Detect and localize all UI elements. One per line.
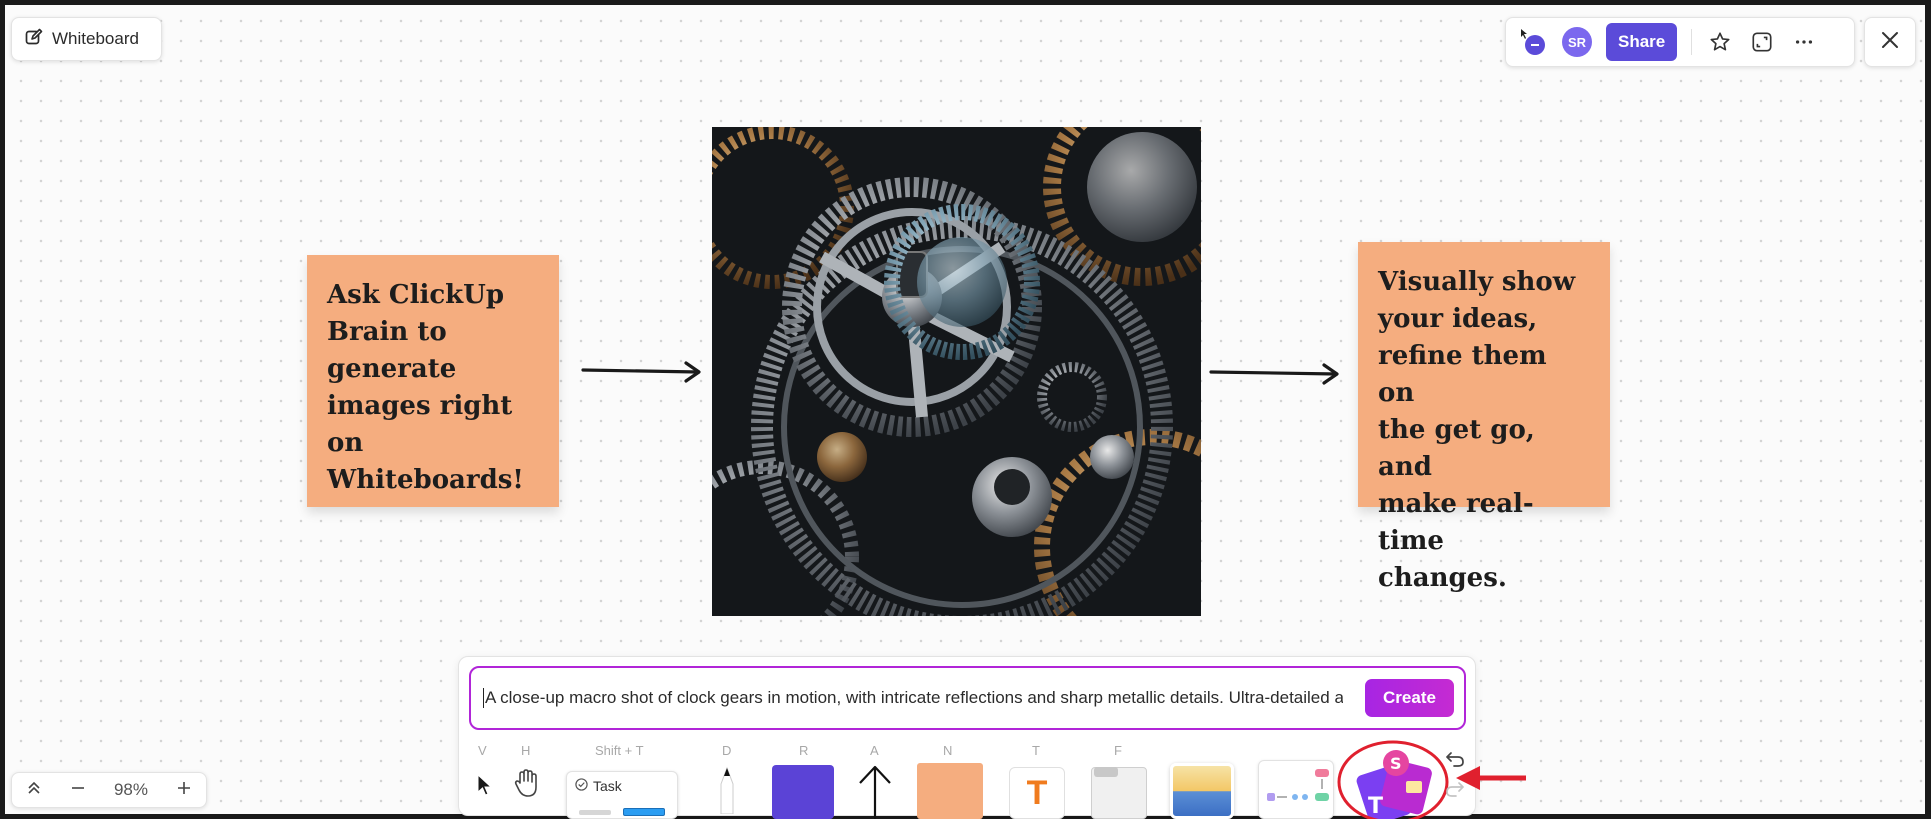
text-tool[interactable]: T: [1009, 767, 1065, 819]
star-icon[interactable]: [1706, 28, 1734, 56]
zoom-control: 98%: [11, 772, 207, 808]
tool-key-select: V: [478, 743, 487, 758]
cursor-arrow-icon: [474, 772, 496, 798]
more-icon[interactable]: [1790, 28, 1818, 56]
task-label: Task: [593, 778, 622, 794]
zoom-out-icon[interactable]: [70, 780, 86, 801]
task-tool[interactable]: Task: [566, 771, 678, 819]
tool-key-task: Shift + T: [595, 743, 644, 758]
draw-tool[interactable]: [711, 766, 743, 819]
note-line: Visually show: [1378, 264, 1590, 301]
note-line: Whiteboards!: [327, 462, 539, 499]
highlight-circle: [1335, 734, 1452, 819]
frame-tool[interactable]: [1091, 767, 1147, 819]
rectangle-tool[interactable]: [772, 765, 834, 819]
note-line: Ask ClickUp: [327, 277, 539, 314]
note-line: the get go, and: [1378, 412, 1590, 486]
note-line: refine them on: [1378, 338, 1590, 412]
divider: [1691, 29, 1692, 55]
tool-key-note: N: [943, 743, 952, 758]
whiteboard-title-pill[interactable]: Whiteboard: [11, 17, 162, 61]
avatar[interactable]: SR: [1562, 27, 1592, 57]
generated-gear-image[interactable]: [712, 127, 1201, 616]
create-button[interactable]: Create: [1365, 679, 1454, 717]
prompt-input-text[interactable]: A close-up macro shot of clock gears in …: [483, 688, 1343, 708]
tool-key-rect: R: [799, 743, 808, 758]
tool-key-draw: D: [722, 743, 731, 758]
image-tool[interactable]: [1170, 763, 1234, 819]
arrow-up-icon: [855, 763, 895, 819]
zoom-in-icon[interactable]: [176, 780, 192, 801]
tool-key-text: T: [1032, 743, 1040, 758]
tool-key-hand: H: [521, 743, 530, 758]
tool-key-frame: F: [1114, 743, 1122, 758]
close-icon: [1880, 30, 1900, 55]
note-line: Brain to: [327, 314, 539, 351]
zoom-level: 98%: [114, 780, 148, 800]
pen-icon: [711, 766, 743, 814]
presence-cursor-icon[interactable]: [1518, 27, 1548, 57]
fullscreen-icon[interactable]: [1748, 28, 1776, 56]
diagram-tool[interactable]: [1258, 760, 1334, 819]
sticky-note-tool[interactable]: [917, 763, 983, 819]
sticky-note-intro[interactable]: Ask ClickUp Brain to generate images rig…: [307, 255, 559, 507]
collapse-up-icon[interactable]: [26, 780, 42, 801]
close-button[interactable]: [1864, 17, 1916, 67]
note-line: make real-time: [1378, 486, 1590, 560]
note-line: generate: [327, 351, 539, 388]
note-line: your ideas,: [1378, 301, 1590, 338]
note-line: changes.: [1378, 560, 1590, 597]
top-right-toolbar: SR Share: [1505, 17, 1855, 67]
share-button[interactable]: Share: [1606, 23, 1677, 61]
select-tool[interactable]: [474, 772, 496, 803]
tool-key-arrow: A: [870, 743, 879, 758]
prompt-input-field[interactable]: A close-up macro shot of clock gears in …: [469, 666, 1466, 730]
hand-icon: [512, 767, 542, 799]
pencil-square-icon: [25, 28, 43, 51]
sticky-note-outro[interactable]: Visually show your ideas, refine them on…: [1358, 242, 1610, 507]
connector-arrow[interactable]: [580, 360, 705, 384]
whiteboard-label: Whiteboard: [52, 29, 139, 49]
arrow-tool[interactable]: [855, 763, 895, 819]
flowchart-icon: [1259, 761, 1335, 819]
note-line: images right on: [327, 388, 539, 462]
connector-arrow[interactable]: [1208, 362, 1343, 386]
check-circle-icon: [575, 778, 588, 794]
red-pointer-arrow: [1452, 764, 1528, 792]
hand-tool[interactable]: [512, 767, 542, 804]
